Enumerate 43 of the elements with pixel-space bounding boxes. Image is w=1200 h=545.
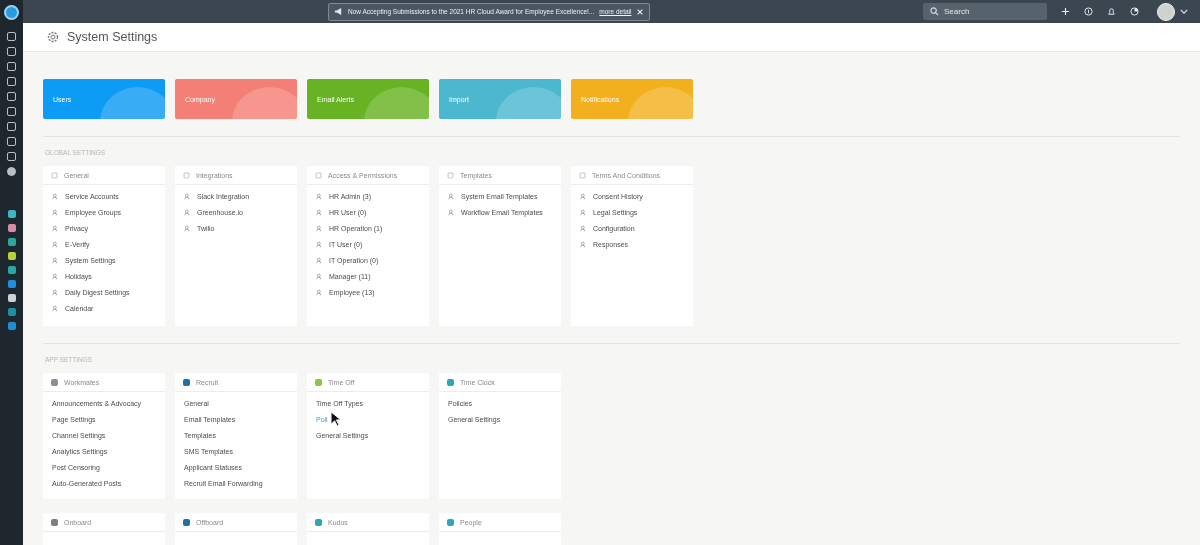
item-icon	[580, 208, 587, 216]
item-icon	[52, 288, 59, 296]
plus-icon[interactable]	[1061, 7, 1070, 16]
page-title: System Settings	[67, 30, 158, 44]
gear-icon	[47, 31, 59, 43]
item-icon	[448, 192, 455, 200]
search-icon	[930, 7, 939, 16]
search-field[interactable]: Search	[923, 3, 1047, 20]
chevron-down-icon[interactable]	[1180, 9, 1188, 14]
item-icon	[316, 192, 323, 200]
help-icon[interactable]	[1084, 7, 1093, 16]
item-icon	[52, 304, 59, 312]
item-icon	[52, 192, 59, 200]
bell-icon[interactable]	[1107, 7, 1116, 16]
item-icon	[580, 192, 587, 200]
card-header-icon	[51, 171, 58, 179]
item-icon	[184, 224, 191, 232]
close-icon[interactable]	[636, 7, 645, 16]
item-icon	[448, 208, 455, 216]
item-icon	[580, 224, 587, 232]
item-icon	[184, 192, 191, 200]
item-icon	[316, 256, 323, 264]
item-icon	[316, 208, 323, 216]
pie-chart-icon[interactable]	[1130, 7, 1139, 16]
item-icon	[52, 240, 59, 248]
megaphone-icon	[334, 7, 343, 16]
card-header-icon	[315, 171, 322, 179]
avatar[interactable]	[1157, 2, 1175, 21]
card-header-icon	[447, 171, 454, 179]
app-logo-icon[interactable]	[4, 5, 19, 20]
item-icon	[52, 208, 59, 216]
item-icon	[316, 224, 323, 232]
item-icon	[316, 272, 323, 280]
item-icon	[52, 224, 59, 232]
item-icon	[316, 240, 323, 248]
item-icon	[316, 288, 323, 296]
item-icon	[580, 240, 587, 248]
card-header-icon	[579, 171, 586, 179]
card-header-icon	[183, 171, 190, 179]
item-icon	[52, 272, 59, 280]
item-icon	[52, 256, 59, 264]
mouse-pointer-icon	[330, 411, 341, 427]
item-icon	[184, 208, 191, 216]
